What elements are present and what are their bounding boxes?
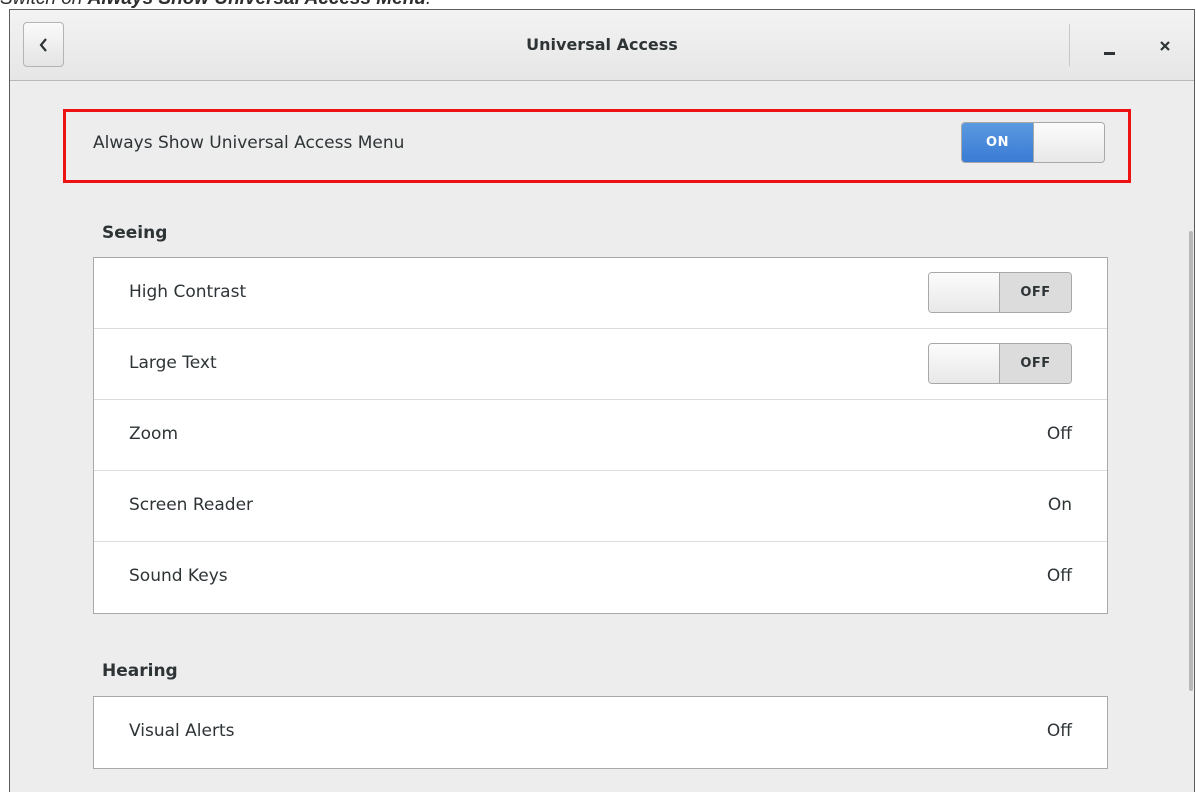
row-large-text[interactable]: Large Text OFF [94,329,1107,400]
row-value: On [1047,495,1072,515]
always-show-menu-label: Always Show Universal Access Menu [93,133,405,153]
minimize-button[interactable] [1095,32,1123,60]
always-show-menu-switch[interactable]: ON [961,122,1105,163]
universal-access-window: Universal Access Always Show Universal A… [9,9,1195,792]
close-button[interactable] [1151,32,1179,60]
row-visual-alerts[interactable]: Visual Alerts Off [94,697,1107,768]
caption-prefix: Switch on [0,0,88,9]
row-label: Screen Reader [129,495,254,515]
high-contrast-switch[interactable]: OFF [928,272,1072,313]
switch-off-text: OFF [1000,344,1071,383]
row-label: Sound Keys [129,566,228,586]
hearing-list: Visual Alerts Off [93,696,1108,769]
titlebar-separator [1069,24,1070,66]
row-value: Off [1046,721,1072,741]
large-text-switch[interactable]: OFF [928,343,1072,384]
minimize-icon [1103,52,1115,55]
row-value: Off [1046,424,1072,444]
close-icon [1160,41,1170,51]
switch-on-text: ON [962,123,1033,162]
row-label: Large Text [129,353,217,373]
row-value: Off [1046,566,1072,586]
switch-slider [1033,123,1104,162]
section-heading-hearing: Hearing [102,661,178,681]
switch-slider [929,344,1000,383]
row-label: High Contrast [129,282,247,302]
row-sound-keys[interactable]: Sound Keys Off [94,542,1107,613]
caption-bold-text: Always Show Universal Access Menu [88,0,426,9]
scrollbar[interactable] [1189,231,1193,691]
seeing-list: High Contrast OFF Large Text OFF Zoom Of… [93,257,1108,614]
section-heading-seeing: Seeing [102,223,168,243]
switch-off-text: OFF [1000,273,1071,312]
caption-suffix: . [426,0,431,9]
settings-content: Always Show Universal Access Menu ON See… [10,81,1194,792]
header-bar: Universal Access [10,10,1194,81]
row-screen-reader[interactable]: Screen Reader On [94,471,1107,542]
window-title: Universal Access [526,35,678,54]
switch-slider [929,273,1000,312]
row-label: Zoom [129,424,179,444]
row-label: Visual Alerts [129,721,235,741]
row-high-contrast[interactable]: High Contrast OFF [94,258,1107,329]
row-zoom[interactable]: Zoom Off [94,400,1107,471]
